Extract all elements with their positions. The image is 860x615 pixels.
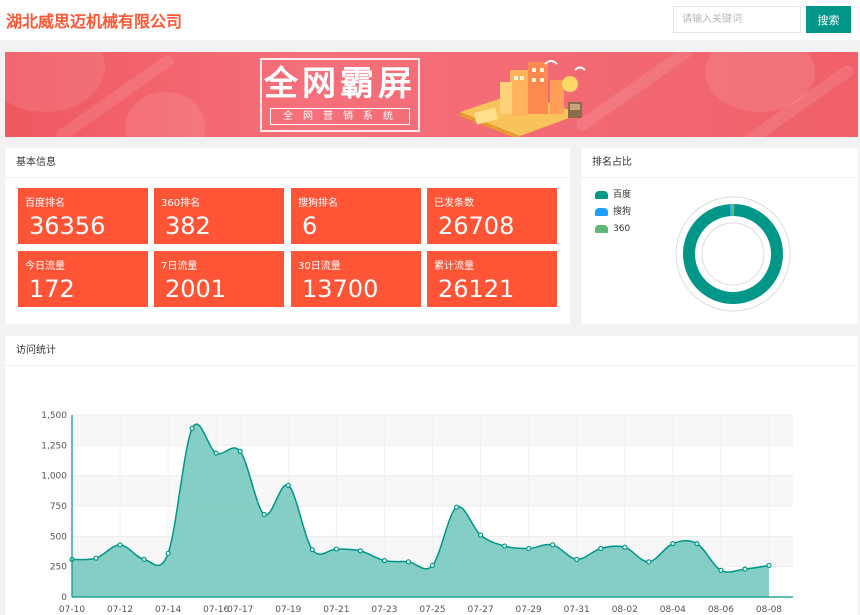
visits-title: 访问统计 — [5, 336, 858, 366]
data-point[interactable] — [285, 482, 291, 488]
data-point[interactable] — [766, 562, 772, 569]
data-point[interactable] — [694, 541, 700, 547]
x-tick-label: 07-14 — [155, 605, 181, 615]
data-point[interactable] — [141, 556, 147, 562]
top-bar: 湖北威思迈机械有限公司 搜索 — [0, 0, 860, 40]
x-tick-label: 07-17 — [227, 605, 253, 615]
data-point[interactable] — [526, 545, 532, 552]
y-tick-label: 750 — [50, 502, 67, 512]
data-point[interactable] — [333, 546, 339, 552]
data-point[interactable] — [622, 544, 628, 550]
stat-value: 26708 — [438, 212, 515, 240]
donut-slice-360[interactable] — [731, 204, 735, 217]
x-tick-label: 07-27 — [467, 605, 493, 615]
stat-value: 172 — [29, 275, 75, 303]
data-point[interactable] — [405, 559, 412, 565]
y-tick-label: 1,500 — [41, 411, 67, 421]
stat-label: 7日流量 — [161, 261, 198, 272]
stat-card-sogou-rank: 搜狗排名 6 — [291, 188, 421, 244]
data-point[interactable] — [357, 548, 363, 554]
x-tick-label: 07-25 — [419, 605, 445, 615]
stat-value: 6 — [302, 212, 318, 240]
x-tick-label: 07-10 — [59, 605, 85, 615]
rank-share-donut — [675, 196, 791, 312]
search-button[interactable]: 搜索 — [806, 6, 851, 33]
visits-area-chart: 0 250 500 750 1,000 1,250 1,500 07-10 07-12 07-14… — [41, 411, 793, 615]
data-point[interactable] — [670, 541, 676, 547]
x-tick-label: 07-12 — [107, 605, 133, 615]
data-point[interactable] — [550, 542, 556, 548]
data-point[interactable] — [117, 542, 123, 548]
x-tick-label: 07-29 — [516, 605, 542, 615]
banner-decor-shape — [125, 92, 205, 137]
x-tick-label: 08-04 — [660, 605, 686, 615]
banner-subtitle: 全网营销系统 — [270, 108, 410, 125]
data-point[interactable] — [742, 566, 748, 572]
data-point[interactable] — [381, 558, 388, 564]
data-point[interactable] — [429, 562, 436, 569]
stat-card-today-traffic: 今日流量 172 — [18, 251, 148, 307]
stat-value: 2001 — [165, 275, 227, 303]
data-point[interactable] — [574, 556, 580, 562]
x-tick-label: 07-23 — [371, 605, 397, 615]
data-point[interactable] — [502, 543, 508, 549]
data-point[interactable] — [213, 450, 219, 456]
y-tick-label: 1,000 — [41, 472, 67, 482]
banner-title: 全网霸屏 — [264, 64, 416, 104]
stat-value: 382 — [165, 212, 211, 240]
data-point[interactable] — [646, 559, 652, 565]
x-tick-label: 08-02 — [612, 605, 638, 615]
x-tick-label: 07-19 — [275, 605, 301, 615]
stat-label: 百度排名 — [25, 198, 65, 209]
stat-label: 搜狗排名 — [298, 198, 338, 209]
data-point[interactable] — [261, 511, 267, 518]
x-tick-label: 07-21 — [323, 605, 349, 615]
stat-card-baidu-rank: 百度排名 36356 — [18, 188, 148, 244]
basic-info-title: 基本信息 — [5, 148, 570, 178]
data-point[interactable] — [477, 532, 484, 538]
promo-banner: 全网霸屏 全网营销系统 — [5, 52, 858, 137]
data-point[interactable] — [93, 555, 99, 561]
stat-card-30day-traffic: 30日流量 13700 — [291, 251, 421, 307]
visits-panel: 访问统计 0 250 500 750 1,000 1,250 1,500 07-10 07-12… — [5, 336, 858, 615]
data-point[interactable] — [189, 425, 195, 431]
data-point[interactable] — [309, 547, 315, 553]
rank-share-panel: 排名占比 百度 搜狗 360 — [581, 148, 858, 324]
stat-card-posted-count: 已发条数 26708 — [427, 188, 557, 244]
city-illustration — [460, 60, 586, 137]
company-name: 湖北威思迈机械有限公司 — [6, 12, 183, 31]
rank-share-title: 排名占比 — [581, 148, 858, 178]
data-point[interactable] — [237, 448, 243, 455]
stat-card-total-traffic: 累计流量 26121 — [427, 251, 557, 307]
x-tick-label: 07-16 — [203, 605, 229, 615]
stat-card-7day-traffic: 7日流量 2001 — [154, 251, 284, 307]
stat-value: 36356 — [29, 212, 106, 240]
stat-value: 13700 — [302, 275, 379, 303]
y-tick-label: 500 — [50, 532, 67, 542]
banner-decor-shape — [5, 52, 105, 112]
data-point[interactable] — [453, 504, 460, 510]
stat-value: 26121 — [438, 275, 515, 303]
donut-inner-ring — [701, 222, 765, 286]
search-input[interactable] — [673, 6, 801, 33]
stat-label: 360排名 — [161, 198, 201, 209]
data-point[interactable] — [165, 550, 171, 556]
x-tick-label: 08-08 — [756, 605, 782, 615]
y-tick-label: 0 — [61, 593, 67, 603]
banner-title-box: 全网霸屏 全网营销系统 — [260, 58, 420, 132]
stat-card-360-rank: 360排名 382 — [154, 188, 284, 244]
basic-info-panel: 基本信息 百度排名 36356 360排名 382 搜狗排名 6 已发条数 26… — [5, 148, 570, 324]
donut-slice-百度[interactable] — [683, 204, 783, 304]
y-tick-label: 250 — [50, 563, 67, 573]
data-point[interactable] — [598, 545, 604, 552]
stat-label: 已发条数 — [434, 198, 474, 209]
stat-label: 累计流量 — [434, 261, 474, 272]
x-tick-label: 08-06 — [708, 605, 734, 615]
data-point[interactable] — [718, 567, 724, 573]
y-tick-label: 1,250 — [41, 441, 67, 451]
stat-label: 30日流量 — [298, 261, 341, 272]
stat-label: 今日流量 — [25, 261, 65, 272]
x-tick-label: 07-31 — [564, 605, 590, 615]
